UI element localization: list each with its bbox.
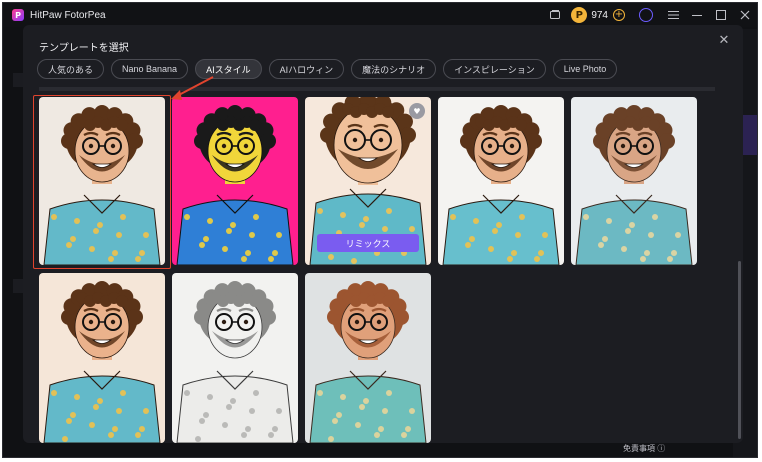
title-bar-controls: P 974 + (543, 3, 757, 27)
selected-template-outline (33, 95, 171, 269)
bg-item (13, 279, 23, 293)
close-window-icon[interactable] (733, 3, 757, 27)
modal-title: テンプレートを選択 (39, 43, 129, 54)
template-realistic[interactable] (571, 97, 697, 265)
tab-ai-halloween[interactable]: AIハロウィン (268, 59, 345, 79)
menu-icon[interactable] (661, 3, 685, 27)
maximize-icon[interactable] (709, 3, 733, 27)
app-window: P HitPaw FotorPea P 974 + 免責事項 ⓘ テンプレートを… (2, 2, 758, 458)
template-clay[interactable] (305, 273, 431, 443)
template-tabs: 人気のある Nano Banana AIスタイル AIハロウィン 魔法のシナリオ… (37, 59, 618, 79)
gallery-icon[interactable] (543, 3, 567, 27)
template-cartoon-cream[interactable] (39, 273, 165, 443)
minimize-icon[interactable] (685, 3, 709, 27)
tab-live-photo[interactable]: Live Photo (552, 59, 618, 79)
title-bar: P HitPaw FotorPea P 974 + (3, 3, 757, 27)
app-logo-icon: P (12, 9, 24, 21)
previous-row-edge (39, 87, 715, 91)
bg-item (13, 73, 23, 87)
coin-balance[interactable]: P 974 + (571, 7, 625, 23)
add-coins-icon[interactable]: + (613, 9, 625, 21)
tab-popular[interactable]: 人気のある (37, 59, 105, 79)
annotation-arrow-icon (171, 76, 214, 100)
coin-icon: P (571, 7, 588, 23)
modal-close-icon[interactable]: ✕ (715, 31, 733, 49)
grid-scrollbar[interactable] (738, 261, 741, 439)
coin-count: 974 (591, 9, 608, 21)
tab-inspiration[interactable]: インスピレーション (443, 59, 546, 79)
user-avatar-icon[interactable] (639, 8, 653, 22)
tab-magic-scenario[interactable]: 魔法のシナリオ (351, 59, 437, 79)
template-pop-art[interactable] (172, 97, 298, 265)
template-cartoon-white[interactable] (438, 97, 564, 265)
remix-button[interactable]: リミックス (317, 234, 419, 252)
favorite-icon[interactable]: ♥ (409, 103, 425, 119)
disclaimer-link[interactable]: 免責事項 ⓘ (623, 443, 665, 454)
template-picker-modal: テンプレートを選択 ✕ 人気のある Nano Banana AIスタイル AIハ… (23, 25, 743, 443)
app-title: HitPaw FotorPea (30, 9, 106, 21)
template-pencil-sketch[interactable] (172, 273, 298, 443)
